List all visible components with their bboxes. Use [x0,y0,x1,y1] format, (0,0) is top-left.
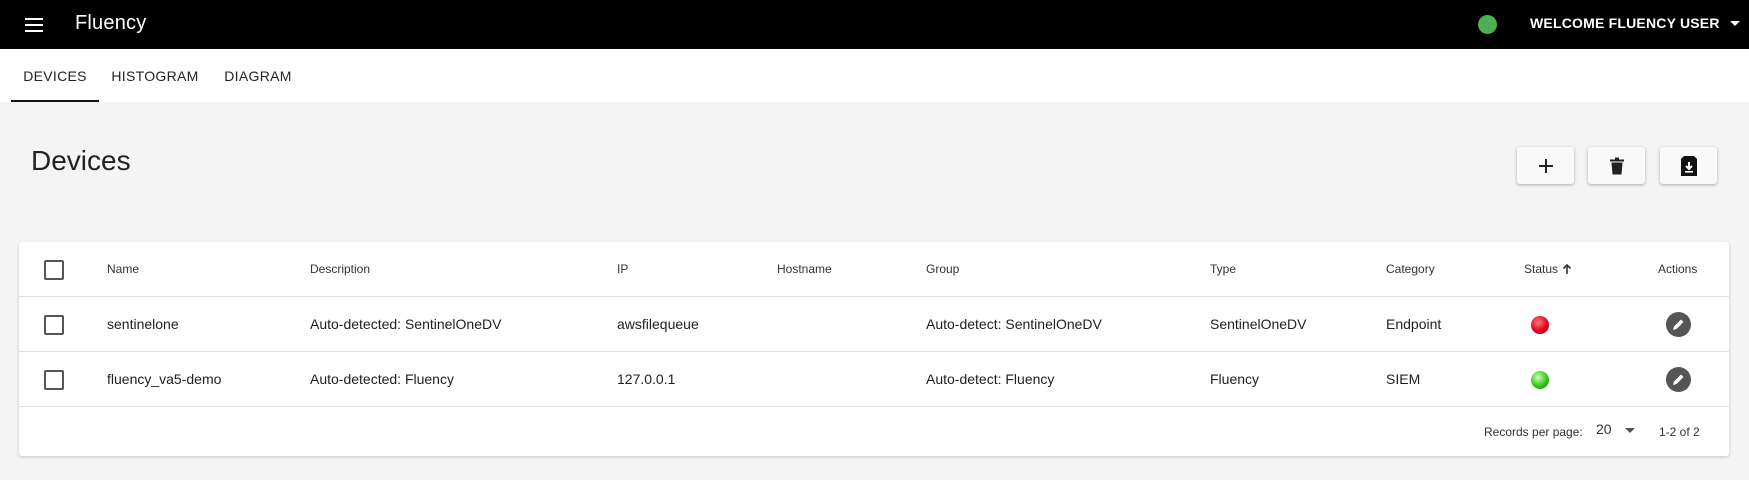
table-pagination: Records per page: 20 1-2 of 2 [19,407,1729,456]
tab-bar: DEVICES HISTOGRAM DIAGRAM [0,49,1749,102]
caret-down-icon [1729,21,1740,26]
column-header-hostname[interactable]: Hostname [777,242,832,297]
user-menu-label: WELCOME FLUENCY USER [1530,15,1720,31]
device-group: Auto-detect: SentinelOneDV [926,316,1102,332]
hamburger-menu-icon[interactable] [22,14,46,36]
column-header-group[interactable]: Group [926,242,959,297]
column-header-status-label: Status [1524,262,1559,276]
tab-devices[interactable]: DEVICES [11,49,99,102]
row-checkbox[interactable] [44,370,64,390]
row-checkbox[interactable] [44,315,64,335]
table-row[interactable]: sentinelone Auto-detected: SentinelOneDV… [19,297,1729,352]
file-download-icon [1680,155,1697,176]
table-header-row: Name Description IP Hostname Group Type … [19,242,1729,297]
device-group: Auto-detect: Fluency [926,371,1055,387]
tab-histogram[interactable]: HISTOGRAM [104,49,206,102]
status-green-icon [1531,371,1549,389]
device-name: sentinelone [107,316,179,332]
device-category: SIEM [1386,371,1421,387]
connection-status-icon [1478,15,1497,34]
page-title: Devices [31,145,131,176]
table-row[interactable]: fluency_va5-demo Auto-detected: Fluency … [19,352,1729,407]
export-button[interactable] [1660,147,1717,184]
device-type: SentinelOneDV [1210,316,1307,332]
records-per-page-value: 20 [1596,421,1612,437]
app-title: Fluency [75,12,147,34]
sort-ascending-icon [1562,263,1572,274]
add-device-button[interactable] [1517,147,1574,184]
device-category: Endpoint [1386,316,1442,332]
pagination-range: 1-2 of 2 [1659,425,1700,439]
column-header-ip[interactable]: IP [617,242,628,297]
column-header-actions: Actions [1658,262,1698,276]
column-header-category[interactable]: Category [1386,242,1435,297]
devices-table: Name Description IP Hostname Group Type … [19,242,1729,456]
delete-device-button[interactable] [1588,147,1645,184]
column-header-description[interactable]: Description [310,242,370,297]
device-ip: 127.0.0.1 [617,371,676,387]
select-all-checkbox[interactable] [44,260,64,280]
column-header-status[interactable]: Status [1524,242,1572,297]
plus-icon [1538,158,1553,173]
pencil-icon [1673,319,1684,330]
records-per-page-label: Records per page: [1484,425,1583,439]
records-per-page-select[interactable]: 20 [1596,421,1642,441]
device-description: Auto-detected: Fluency [310,371,454,387]
app-bar: Fluency WELCOME FLUENCY USER [0,0,1749,49]
edit-button[interactable] [1666,367,1691,392]
column-header-name[interactable]: Name [107,242,139,297]
trash-icon [1609,157,1624,174]
pencil-icon [1673,374,1684,385]
device-type: Fluency [1210,371,1260,387]
column-header-type[interactable]: Type [1210,242,1236,297]
caret-down-icon [1625,428,1635,433]
status-red-icon [1531,316,1549,334]
device-name: fluency_va5-demo [107,371,222,387]
device-description: Auto-detected: SentinelOneDV [310,316,502,332]
user-menu-button[interactable]: WELCOME FLUENCY USER [1530,15,1740,31]
tab-diagram[interactable]: DIAGRAM [216,49,300,102]
device-ip: awsfilequeue [617,316,699,332]
edit-button[interactable] [1666,312,1691,337]
